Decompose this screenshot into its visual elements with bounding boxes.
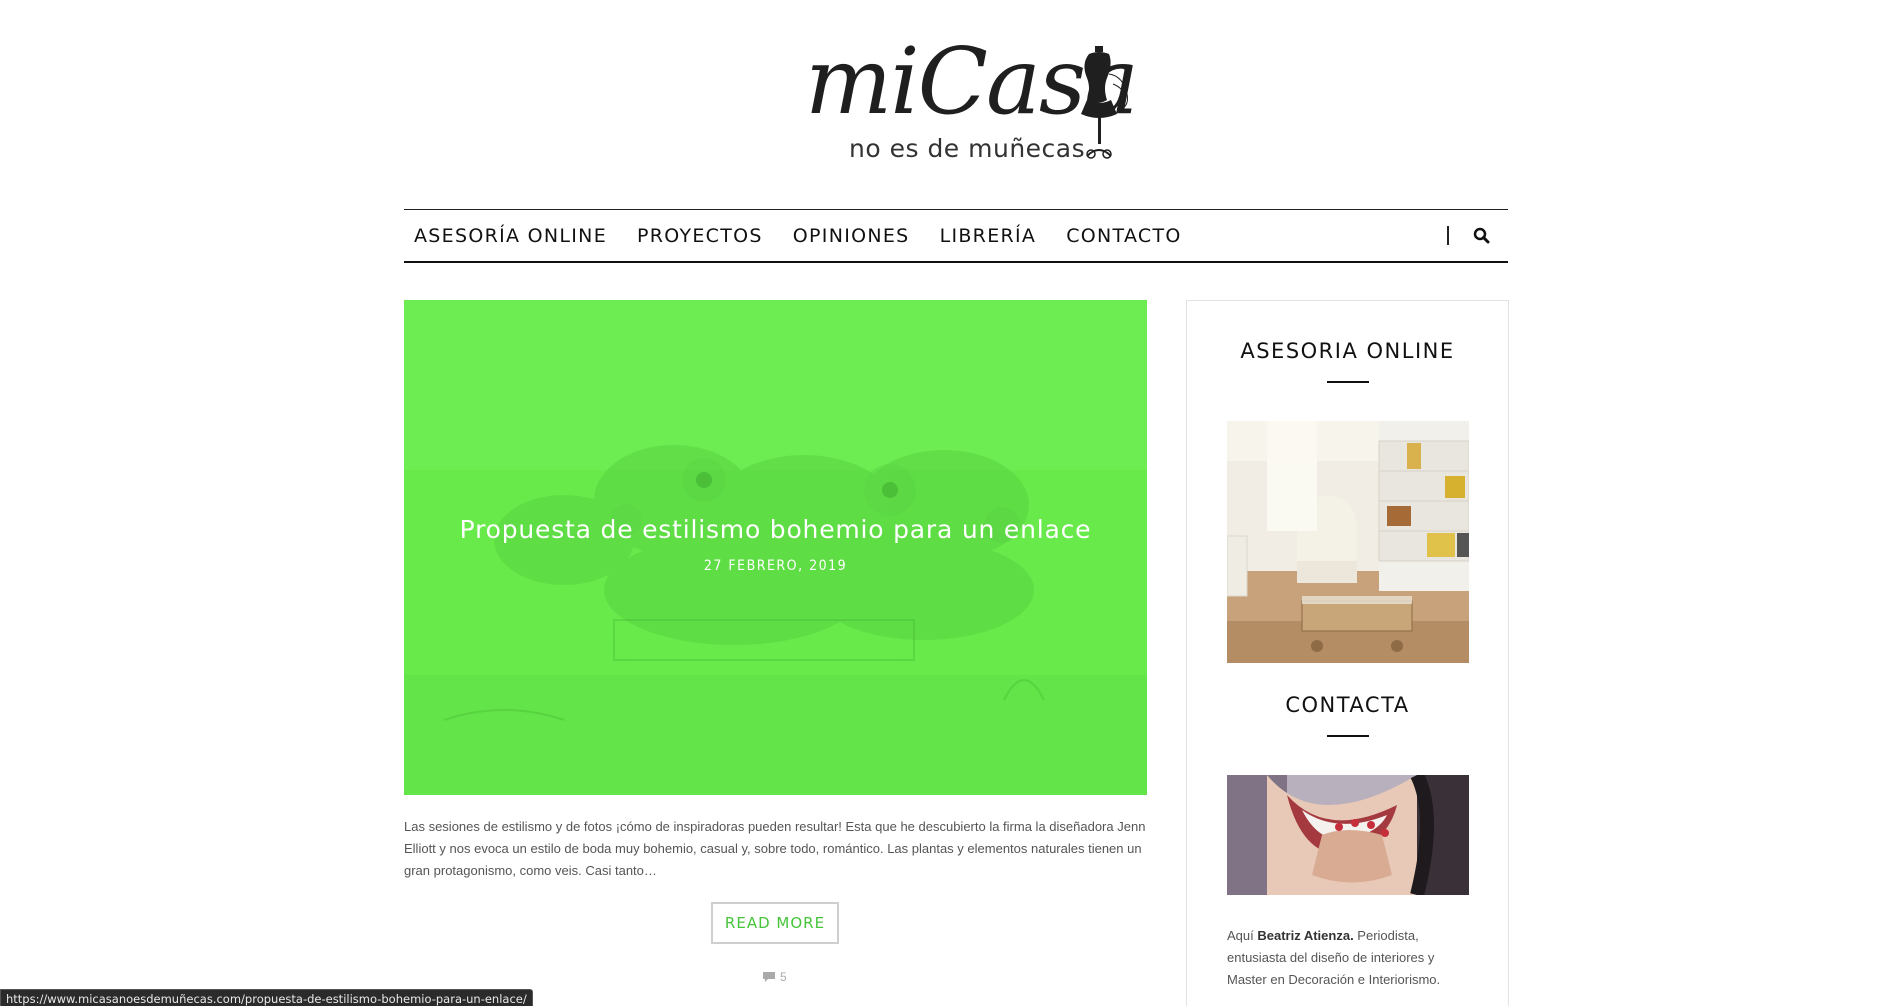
main-nav: ASESORÍA ONLINE PROYECTOS OPINIONES LIBR… [404, 209, 1508, 263]
post-featured-image[interactable]: Propuesta de estilismo bohemio para un e… [404, 300, 1147, 795]
bio-name: Beatriz Atienza. [1257, 928, 1354, 943]
browser-status-url: https://www.micasanoesdemuñecas.com/prop… [0, 989, 533, 1006]
sidebar: ASESORIA ONLINE CONTACTA Aquí Beatriz At… [1186, 300, 1509, 1006]
floral-arrangement-image [404, 300, 1147, 795]
asesoria-image[interactable] [1227, 421, 1469, 663]
post-date: 27 FEBRERO, 2019 [703, 558, 848, 574]
nav-item-contacto[interactable]: CONTACTO [1066, 225, 1181, 247]
bio-prefix: Aquí [1227, 928, 1258, 943]
widget-divider [1327, 381, 1369, 383]
post-title[interactable]: Propuesta de estilismo bohemio para un e… [404, 515, 1147, 544]
nav-items: ASESORÍA ONLINE PROYECTOS OPINIONES LIBR… [414, 210, 1182, 261]
read-more-button[interactable]: READ MORE [711, 902, 839, 944]
comment-count: 5 [780, 970, 787, 984]
mannequin-icon [1081, 46, 1128, 159]
nav-item-opiniones[interactable]: OPINIONES [793, 225, 910, 247]
contacta-image[interactable] [1227, 775, 1469, 895]
widget-divider [1327, 735, 1369, 737]
living-room-photo [1227, 421, 1469, 663]
widget-title-contacta: CONTACTA [1285, 693, 1410, 717]
nav-item-asesoria[interactable]: ASESORÍA ONLINE [414, 225, 607, 247]
author-photo [1227, 775, 1469, 895]
author-bio: Aquí Beatriz Atienza. Periodista, entusi… [1227, 925, 1472, 991]
comment-icon [763, 972, 775, 982]
post-excerpt: Las sesiones de estilismo y de fotos ¡có… [404, 819, 1146, 878]
nav-divider [1447, 226, 1449, 245]
nav-item-proyectos[interactable]: PROYECTOS [637, 225, 763, 247]
comments-link[interactable]: 5 [762, 970, 787, 984]
logo-tagline: no es de muñecas [849, 134, 1086, 163]
nav-item-libreria[interactable]: LIBRERÍA [940, 225, 1037, 247]
search-icon[interactable] [1472, 226, 1492, 246]
widget-title-asesoria: ASESORIA ONLINE [1240, 339, 1455, 363]
site-logo[interactable]: miCasa no es de muñecas [795, 36, 1139, 166]
